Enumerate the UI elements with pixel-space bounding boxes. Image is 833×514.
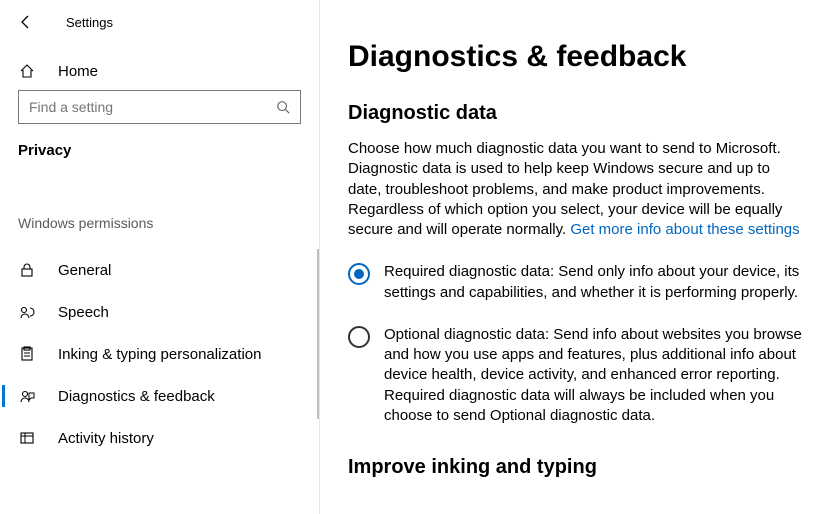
sidebar-item-label: Activity history bbox=[58, 430, 154, 447]
section-description: Choose how much diagnostic data you want… bbox=[348, 139, 805, 240]
sidebar-item-speech[interactable]: Speech bbox=[0, 291, 319, 333]
sidebar-item-diagnostics[interactable]: Diagnostics & feedback bbox=[0, 375, 319, 417]
radio-required[interactable]: Required diagnostic data: Send only info… bbox=[348, 262, 805, 303]
search-icon bbox=[276, 100, 290, 114]
sidebar-item-label: Inking & typing personalization bbox=[58, 346, 261, 363]
clipboard-icon bbox=[18, 345, 36, 363]
arrow-left-icon bbox=[18, 14, 34, 30]
main-content: Diagnostics & feedback Diagnostic data C… bbox=[320, 0, 833, 514]
sidebar: Settings Home Privacy Windows permission… bbox=[0, 0, 320, 514]
sidebar-section-label: Privacy bbox=[0, 142, 319, 177]
radio-button-required[interactable] bbox=[348, 263, 370, 285]
radio-required-text: Required diagnostic data: Send only info… bbox=[384, 262, 805, 303]
search-wrap bbox=[0, 90, 319, 142]
speech-icon bbox=[18, 303, 36, 321]
sidebar-subgroup-label: Windows permissions bbox=[0, 215, 319, 249]
sidebar-item-label: Speech bbox=[58, 304, 109, 321]
permissions-list: General Speech Inking & typing personali… bbox=[0, 249, 319, 459]
lock-icon bbox=[18, 261, 36, 279]
section-title-improve-inking: Improve inking and typing bbox=[348, 456, 805, 479]
radio-dot-icon bbox=[354, 269, 364, 279]
sidebar-item-label: General bbox=[58, 262, 111, 279]
radio-button-optional[interactable] bbox=[348, 326, 370, 348]
page-title: Diagnostics & feedback bbox=[348, 40, 805, 74]
header-row: Settings bbox=[0, 0, 319, 52]
more-info-link[interactable]: Get more info about these settings bbox=[570, 221, 799, 238]
radio-optional[interactable]: Optional diagnostic data: Send info abou… bbox=[348, 325, 805, 426]
sidebar-item-label: Diagnostics & feedback bbox=[58, 388, 215, 405]
search-box[interactable] bbox=[18, 90, 301, 124]
search-input[interactable] bbox=[29, 99, 276, 115]
activity-icon bbox=[18, 429, 36, 447]
sidebar-item-inking[interactable]: Inking & typing personalization bbox=[0, 333, 319, 375]
radio-optional-text: Optional diagnostic data: Send info abou… bbox=[384, 325, 805, 426]
feedback-icon bbox=[18, 387, 36, 405]
sidebar-item-general[interactable]: General bbox=[0, 249, 319, 291]
sidebar-item-activity[interactable]: Activity history bbox=[0, 417, 319, 459]
radio-optional-title: Optional diagnostic data: bbox=[384, 326, 549, 343]
section-title-diagnostic-data: Diagnostic data bbox=[348, 102, 805, 125]
radio-required-title: Required diagnostic data: bbox=[384, 263, 554, 280]
back-button[interactable] bbox=[18, 14, 34, 30]
nav-home-label: Home bbox=[58, 63, 98, 80]
nav-home[interactable]: Home bbox=[0, 52, 319, 90]
window-title: Settings bbox=[66, 15, 113, 30]
home-icon bbox=[18, 62, 36, 80]
